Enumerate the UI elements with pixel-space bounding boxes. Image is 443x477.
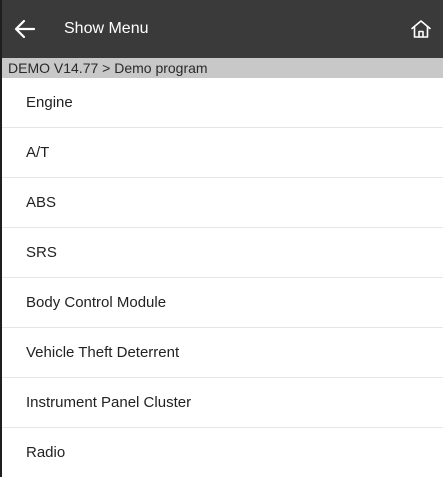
home-icon [411, 20, 431, 38]
menu-list: Engine A/T ABS SRS Body Control Module V… [2, 78, 443, 477]
back-button[interactable] [10, 12, 40, 46]
menu-item-at[interactable]: A/T [2, 128, 443, 178]
top-app-bar: Show Menu [2, 0, 443, 58]
menu-item-body-control-module[interactable]: Body Control Module [2, 278, 443, 328]
arrow-left-icon [14, 19, 36, 39]
menu-item-srs[interactable]: SRS [2, 228, 443, 278]
home-button[interactable] [405, 13, 437, 45]
breadcrumb: DEMO V14.77 > Demo program [2, 58, 443, 78]
menu-item-engine[interactable]: Engine [2, 78, 443, 128]
page-title: Show Menu [64, 20, 149, 37]
menu-item-abs[interactable]: ABS [2, 178, 443, 228]
menu-item-vehicle-theft-deterrent[interactable]: Vehicle Theft Deterrent [2, 328, 443, 378]
menu-item-radio[interactable]: Radio [2, 428, 443, 477]
app-screen: Show Menu DEMO V14.77 > Demo program Eng… [0, 0, 443, 477]
menu-item-instrument-panel-cluster[interactable]: Instrument Panel Cluster [2, 378, 443, 428]
